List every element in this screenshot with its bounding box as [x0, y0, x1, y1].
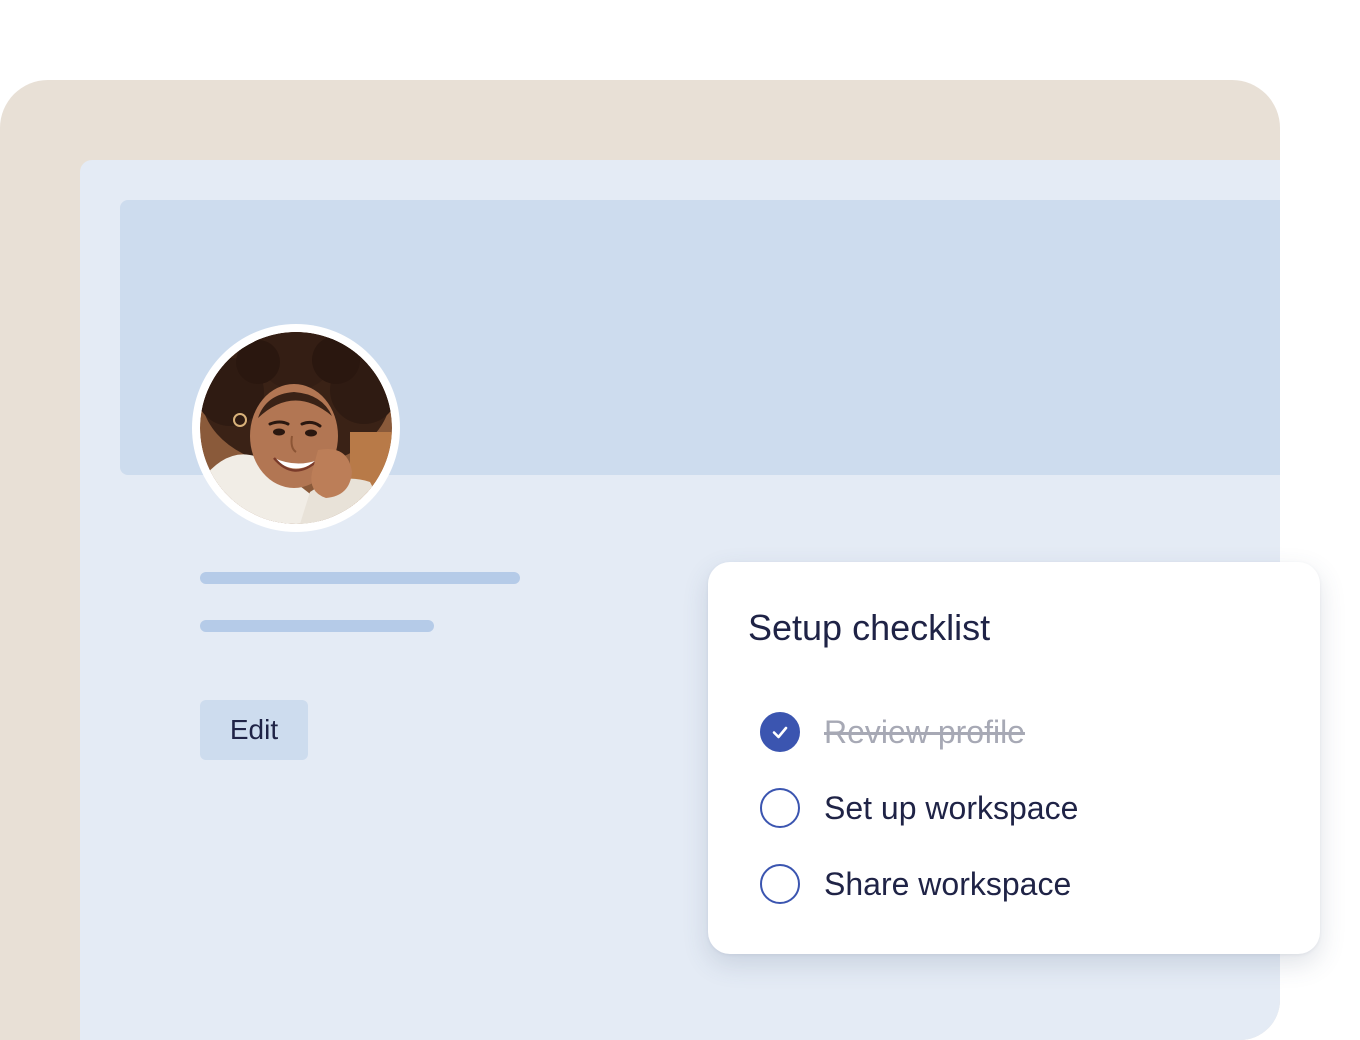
checklist-item-set-up-workspace[interactable]: Set up workspace: [760, 786, 1078, 830]
checkbox-checked[interactable]: [760, 712, 800, 752]
subtitle-placeholder-line: [200, 620, 434, 632]
checklist-item-review-profile[interactable]: Review profile: [760, 710, 1025, 754]
edit-button[interactable]: Edit: [200, 700, 308, 760]
checklist-item-share-workspace[interactable]: Share workspace: [760, 862, 1071, 906]
setup-checklist-card: Setup checklist Review profile Set up wo…: [708, 562, 1320, 954]
check-icon: [772, 726, 788, 739]
name-placeholder-line: [200, 572, 520, 584]
avatar[interactable]: [192, 324, 400, 532]
stage: Edit Setup checklist Review profile Set …: [0, 0, 1360, 1040]
user-photo-avatar-icon: [200, 332, 392, 524]
checklist-item-label: Review profile: [824, 714, 1025, 750]
checkbox-unchecked[interactable]: [760, 788, 800, 828]
checklist-item-label: Share workspace: [824, 866, 1072, 902]
checklist-title: Setup checklist: [748, 607, 991, 648]
checklist-item-label: Set up workspace: [824, 790, 1079, 826]
checkbox-unchecked[interactable]: [760, 864, 800, 904]
